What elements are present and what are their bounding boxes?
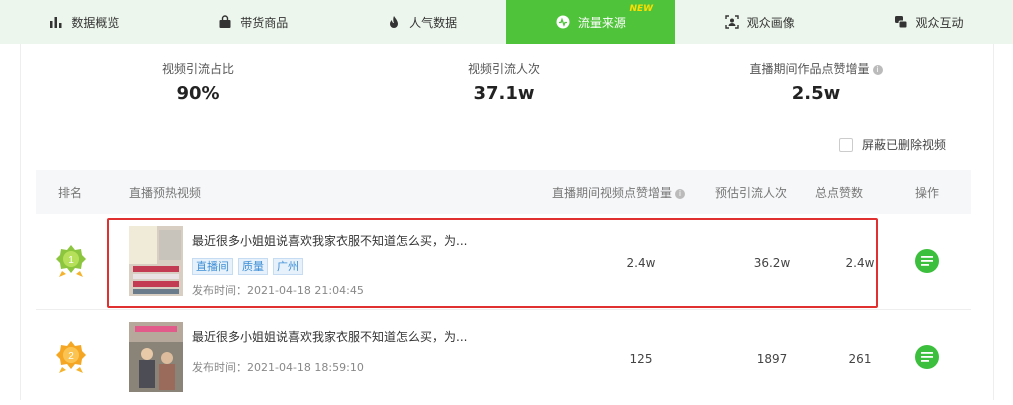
stat-likes-increment: 直播期间作品点赞增量 i 2.5w	[721, 60, 911, 104]
stat-video-traffic-ratio: 视频引流占比 90%	[133, 60, 263, 104]
shopping-bag-icon	[218, 15, 232, 29]
stat-label: 视频引流占比	[161, 62, 234, 76]
flow-icon	[556, 15, 570, 29]
stat-video-traffic-count: 视频引流人次 37.1w	[439, 60, 569, 104]
stat-label: 视频引流人次	[467, 62, 540, 76]
tab-data-overview[interactable]: 数据概览	[0, 0, 169, 44]
video-title[interactable]: 最近很多小姐姐说喜欢我家衣服不知道怎么买，为...	[192, 328, 467, 345]
header-total-likes[interactable]: 总点赞数	[815, 184, 863, 201]
stat-label: 直播期间作品点赞增量	[749, 62, 870, 76]
header-likes-delta[interactable]: 直播期间视频点赞增量	[552, 186, 672, 200]
total-likes-cell: 261	[848, 352, 872, 366]
stat-value: 37.1w	[473, 83, 535, 104]
new-badge: NEW	[629, 4, 654, 14]
tab-label: 观众画像	[746, 15, 795, 30]
detail-button[interactable]	[915, 345, 939, 369]
likes-delta-cell: 125	[629, 352, 653, 366]
header-action: 操作	[915, 186, 940, 200]
rank-medal-icon: 1	[56, 245, 86, 277]
tab-label: 观众互动	[915, 15, 964, 30]
info-icon[interactable]: i	[872, 65, 883, 75]
rank-medal-icon: 2	[56, 341, 86, 373]
header-video: 直播预热视频	[129, 186, 202, 200]
list-icon	[921, 256, 933, 266]
hide-deleted-checkbox[interactable]	[839, 137, 853, 152]
flame-icon	[387, 15, 401, 29]
hide-deleted-filter[interactable]: 屏蔽已删除视频	[839, 136, 946, 153]
table-header: 排名 直播预热视频 直播期间视频点赞增量 i 预估引流人次 总点赞数 操作	[36, 170, 971, 214]
header-est-traffic[interactable]: 预估引流人次	[715, 184, 787, 201]
highlight-box	[107, 218, 878, 308]
tab-traffic-source[interactable]: 流量来源 NEW	[506, 0, 676, 44]
svg-text:1: 1	[68, 255, 74, 266]
tab-bar: 数据概览 带货商品 人气数据 流量来源 NEW 观众画像 观众互动	[0, 0, 1013, 44]
tab-label: 数据概览	[71, 15, 120, 30]
header-rank: 排名	[58, 186, 83, 200]
info-icon[interactable]: i	[675, 189, 686, 199]
video-thumbnail[interactable]	[129, 322, 183, 392]
tab-products[interactable]: 带货商品	[169, 0, 338, 44]
tab-audience-profile[interactable]: 观众画像	[675, 0, 844, 44]
list-icon	[921, 352, 933, 362]
portrait-icon	[725, 15, 739, 29]
hide-deleted-label: 屏蔽已删除视频	[862, 138, 947, 152]
tab-audience-interaction[interactable]: 观众互动	[844, 0, 1013, 44]
detail-button[interactable]	[915, 249, 939, 273]
tab-label: 人气数据	[409, 15, 458, 30]
tab-label: 带货商品	[240, 15, 289, 30]
publish-time: 发布时间：2021-04-18 18:59:10	[192, 361, 364, 374]
table-row[interactable]: 2 最近很多小姐姐说喜欢我家衣服不知道怎么买，为... 发布时间：2021-04…	[36, 310, 971, 405]
est-traffic-cell: 1897	[756, 352, 788, 366]
tab-popularity[interactable]: 人气数据	[338, 0, 507, 44]
stat-value: 2.5w	[791, 83, 841, 104]
interaction-icon	[894, 15, 908, 29]
svg-text:2: 2	[68, 351, 74, 362]
tab-label: 流量来源	[577, 15, 626, 30]
bar-chart-icon	[49, 15, 63, 29]
stat-value: 90%	[176, 83, 220, 104]
